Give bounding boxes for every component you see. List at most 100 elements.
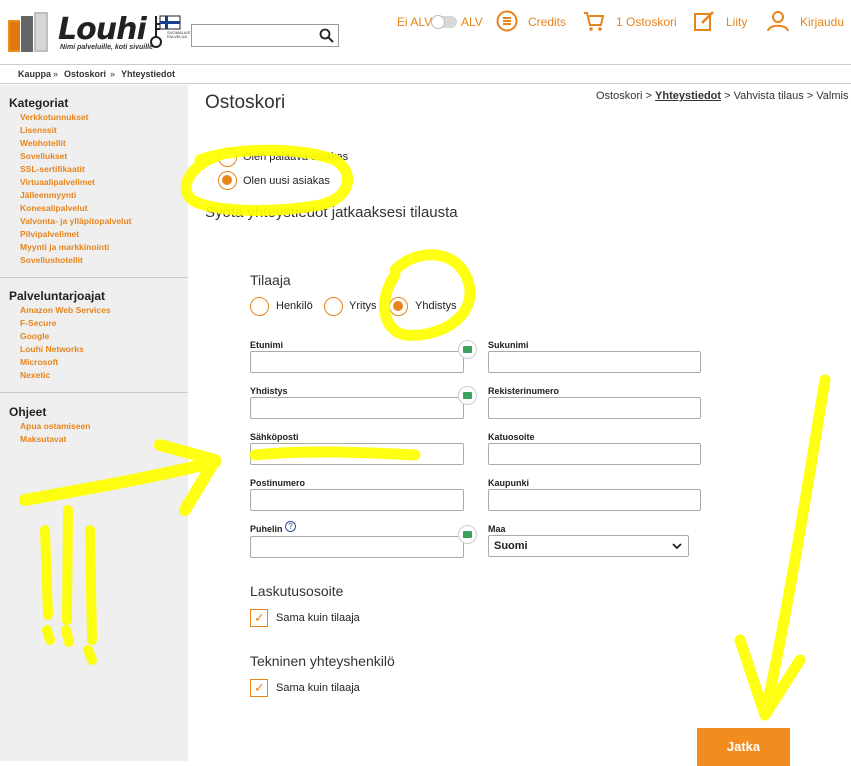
country-label: Maa [488, 524, 506, 534]
city-field[interactable] [488, 489, 701, 511]
last-name-field[interactable] [488, 351, 701, 373]
sidebar-item-nexetic[interactable]: Nexetic [20, 370, 50, 380]
sidebar-item-microsoft[interactable]: Microsoft [20, 357, 58, 367]
login-link[interactable]: Kirjaudu [800, 15, 844, 29]
returning-customer-radio[interactable] [218, 148, 237, 167]
sidebar-item-datacenter[interactable]: Konesalipalvelut [20, 203, 88, 213]
postal-code-label: Postinumero [250, 478, 306, 488]
sidebar-item-fsecure[interactable]: F-Secure [20, 318, 56, 328]
billing-heading: Laskutusosoite [250, 583, 344, 599]
technical-same-checkbox[interactable]: ✓ [250, 679, 268, 697]
association-field[interactable] [250, 397, 464, 419]
billing-same-label[interactable]: Sama kuin tilaaja [276, 612, 360, 624]
postal-code-field[interactable] [250, 489, 464, 511]
billing-same-checkbox[interactable]: ✓ [250, 609, 268, 627]
breadcrumb-separator: » [53, 69, 59, 79]
sidebar-item-virtual-servers[interactable]: Virtuaalipalvelimet [20, 177, 95, 187]
logo-books-icon[interactable] [8, 12, 50, 52]
vcard-icon[interactable] [458, 386, 477, 405]
vat-toggle-knob[interactable] [431, 15, 445, 29]
step-separator: > [724, 90, 731, 102]
reg-number-label: Rekisterinumero [488, 386, 560, 396]
reg-number-field[interactable] [488, 397, 701, 419]
sidebar-divider [0, 277, 188, 278]
company-radio[interactable] [324, 297, 343, 316]
street-field[interactable] [488, 443, 701, 465]
technical-contact-heading: Tekninen yhteyshenkilö [250, 653, 395, 669]
help-icon[interactable]: ? [285, 521, 296, 532]
sidebar-item-licenses[interactable]: Lisenssit [20, 125, 57, 135]
breadcrumb-item[interactable]: Kauppa [18, 69, 51, 79]
company-label[interactable]: Yritys [349, 300, 377, 312]
page-title: Ostoskori [205, 92, 286, 113]
step-separator: > [645, 90, 652, 102]
phone-field[interactable] [250, 536, 464, 558]
association-type-label[interactable]: Yhdistys [415, 300, 457, 312]
sidebar-item-webhotels[interactable]: Webhotellit [20, 138, 66, 148]
new-customer-radio[interactable] [218, 171, 237, 190]
sidebar-item-payment-methods[interactable]: Maksutavat [20, 434, 66, 444]
country-select[interactable]: Suomi [488, 535, 689, 557]
checkmark-icon: ✓ [254, 680, 265, 695]
sidebar-item-aws[interactable]: Amazon Web Services [20, 305, 111, 315]
site-header: Louhi Nimi palveluille, koti sivuille SU… [0, 0, 851, 64]
new-customer-label[interactable]: Olen uusi asiakas [243, 175, 330, 187]
vat-on-label[interactable]: ALV [461, 15, 483, 29]
email-field[interactable] [250, 443, 464, 465]
phone-label: Puhelin [250, 524, 283, 534]
email-label: Sähköposti [250, 432, 299, 442]
sidebar-item-monitoring[interactable]: Valvonta- ja ylläpitopalvelut [20, 216, 131, 226]
continue-button[interactable]: Jatka [697, 728, 790, 766]
first-name-label: Etunimi [250, 340, 283, 350]
sidebar-item-buying-help[interactable]: Apua ostamiseen [20, 421, 90, 431]
checkmark-icon: ✓ [254, 610, 265, 625]
user-icon[interactable] [767, 10, 789, 32]
last-name-label: Sukunimi [488, 340, 529, 350]
technical-same-label[interactable]: Sama kuin tilaaja [276, 682, 360, 694]
vat-off-label[interactable]: Ei ALV [397, 15, 432, 29]
checkout-steps: Ostoskori > Yhteystiedot > Vahvista tila… [596, 90, 848, 102]
step-done: Valmis [816, 90, 849, 102]
returning-customer-label[interactable]: Olen palaava asiakas [243, 151, 348, 163]
sidebar-heading-providers: Palveluntarjoajat [9, 289, 106, 303]
sidebar-item-louhi-networks[interactable]: Louhi Networks [20, 344, 84, 354]
breadcrumb-item[interactable]: Ostoskori [64, 69, 106, 79]
breadcrumb-item-current: Yhteystiedot [121, 69, 176, 79]
sidebar-item-applications[interactable]: Sovellukset [20, 151, 67, 161]
join-link[interactable]: Liity [726, 15, 747, 29]
city-label: Kaupunki [488, 478, 530, 488]
street-label: Katuosoite [488, 432, 535, 442]
sidebar-item-google[interactable]: Google [20, 331, 49, 341]
person-radio[interactable] [250, 297, 269, 316]
chevron-down-icon [672, 543, 682, 550]
logo-tagline: Nimi palveluille, koti sivuille [60, 44, 153, 51]
step-cart[interactable]: Ostoskori [596, 90, 642, 102]
vat-toggle[interactable] [431, 15, 457, 29]
sidebar: Kategoriat Verkkotunnukset Lisenssit Web… [0, 85, 188, 761]
orderer-heading: Tilaaja [250, 272, 291, 288]
sidebar-heading-categories: Kategoriat [9, 96, 69, 110]
vcard-icon[interactable] [458, 525, 477, 544]
form-subtitle: Syötä yhteystiedot jatkaaksesi tilausta [205, 204, 458, 221]
cart-link[interactable]: 1 Ostoskori [616, 15, 677, 29]
sidebar-item-reselling[interactable]: Jälleenmyynti [20, 190, 76, 200]
sidebar-heading-help: Ohjeet [9, 405, 47, 419]
association-label: Yhdistys [250, 386, 288, 396]
credits-icon[interactable] [496, 10, 518, 32]
sidebar-item-app-hotels[interactable]: Sovellushotellit [20, 255, 83, 265]
credits-link[interactable]: Credits [528, 15, 566, 29]
sidebar-item-cloud-servers[interactable]: Pilvipalvelimet [20, 229, 79, 239]
edit-icon[interactable] [693, 10, 715, 32]
logo-text[interactable]: Louhi [58, 12, 147, 47]
sidebar-item-domains[interactable]: Verkkotunnukset [20, 112, 89, 122]
association-radio[interactable] [389, 297, 408, 316]
sidebar-item-marketing[interactable]: Myynti ja markkinointi [20, 242, 109, 252]
vcard-icon[interactable] [458, 340, 477, 359]
person-label[interactable]: Henkilö [276, 300, 313, 312]
cart-icon[interactable] [583, 10, 605, 32]
sidebar-item-ssl[interactable]: SSL-sertifikaatit [20, 164, 85, 174]
search-icon[interactable] [319, 28, 334, 43]
first-name-field[interactable] [250, 351, 464, 373]
search-input[interactable] [191, 24, 339, 47]
country-select-value: Suomi [494, 540, 528, 552]
